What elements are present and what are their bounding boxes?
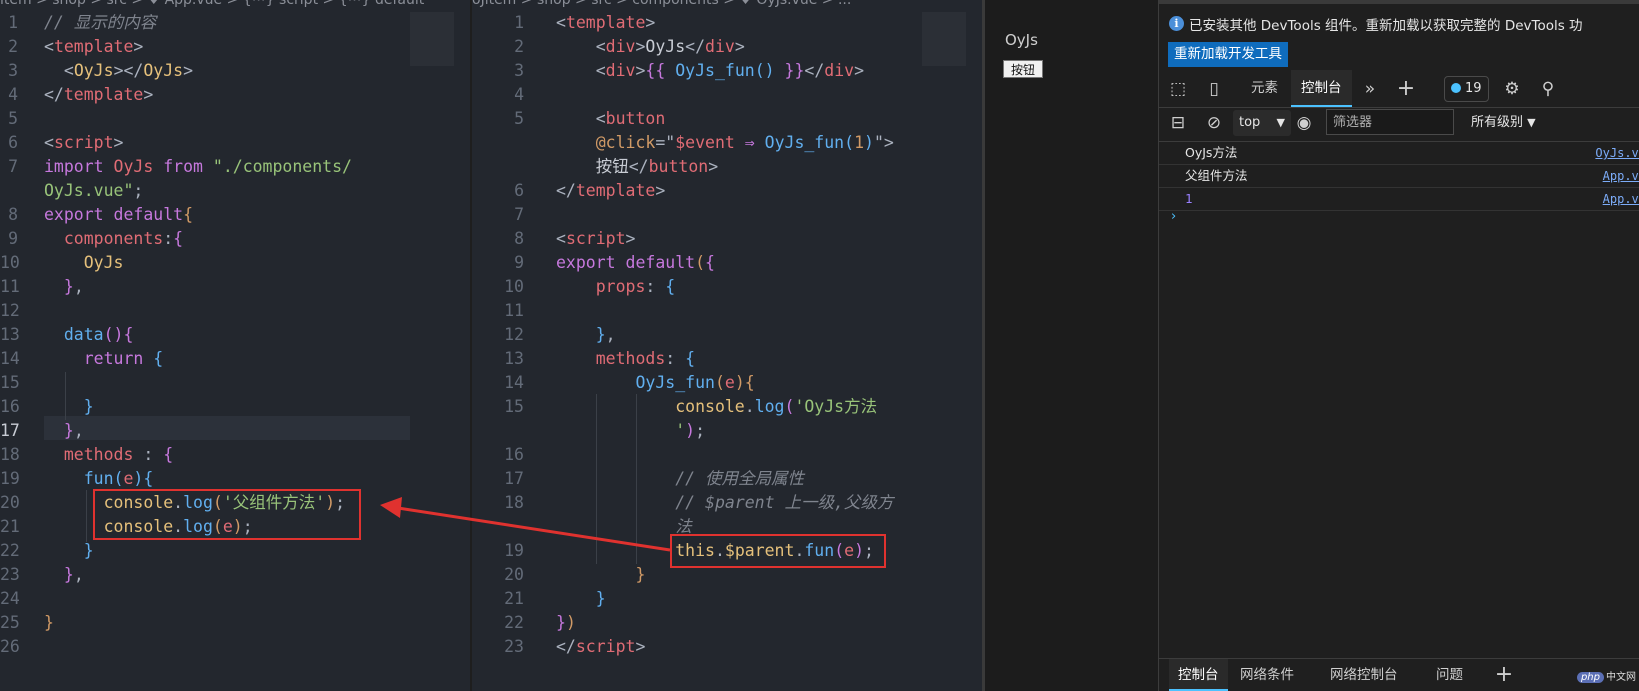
chevron-down-icon: ▼	[1527, 116, 1536, 129]
live-expression-eye-icon[interactable]: ◉	[1293, 112, 1315, 134]
devtools-tabbar: ⬚ ▯ 元素 控制台 » + 19 ⚙ ⚲	[1159, 70, 1639, 108]
console-message-row: 父组件方法 App.vu	[1159, 165, 1639, 188]
chevron-down-icon: ▼	[1276, 116, 1285, 129]
reload-devtools-button[interactable]: 重新加载开发工具	[1168, 42, 1288, 67]
add-drawer-tab-icon[interactable]: +	[1493, 664, 1515, 686]
console-message-row: OyJs方法 OyJs.vu	[1159, 142, 1639, 165]
arrow-shaft	[397, 506, 671, 552]
settings-gear-icon[interactable]: ⚙	[1501, 78, 1523, 100]
console-message-row: 1 App.vu	[1159, 188, 1639, 211]
console-toolbar: ⊟ ⊘ top▼ ◉ 所有级别 ▼	[1159, 107, 1639, 142]
info-icon: i	[1169, 16, 1184, 31]
tab-elements[interactable]: 元素	[1241, 70, 1288, 107]
console-message-text: OyJs方法	[1185, 145, 1238, 160]
console-message-text: 1	[1185, 191, 1193, 206]
tab-console[interactable]: 控制台	[1291, 70, 1352, 107]
devtools-panel: i 已安装其他 DevTools 组件。重新加载以获取完整的 DevTools …	[1158, 0, 1639, 691]
message-icon	[1451, 83, 1461, 93]
info-bar: i 已安装其他 DevTools 组件。重新加载以获取完整的 DevTools …	[1159, 0, 1639, 74]
console-source-link[interactable]: OyJs.vu	[1595, 142, 1639, 164]
message-count-badge[interactable]: 19	[1444, 76, 1489, 102]
page-button[interactable]: 按钮	[1003, 60, 1043, 78]
info-message: 已安装其他 DevTools 组件。重新加载以获取完整的 DevTools 功	[1189, 18, 1583, 34]
customize-icon[interactable]: ⚲	[1537, 78, 1559, 100]
log-levels-dropdown[interactable]: 所有级别 ▼	[1471, 107, 1536, 139]
sidebar-toggle-icon[interactable]: ⊟	[1167, 112, 1189, 134]
drawer-tab-issues[interactable]: 问题	[1427, 659, 1472, 691]
context-select[interactable]: top ▼	[1233, 110, 1291, 136]
drawer-tab-network-console[interactable]: 网络控制台	[1321, 659, 1407, 691]
add-tab-icon[interactable]: +	[1395, 78, 1417, 100]
console-prompt-icon[interactable]: ›	[1171, 209, 1176, 224]
console-message-text: 父组件方法	[1185, 168, 1248, 183]
inspect-element-icon[interactable]: ⬚	[1167, 78, 1189, 100]
drawer-tab-console[interactable]: 控制台	[1169, 659, 1228, 691]
device-toolbar-icon[interactable]: ▯	[1203, 78, 1225, 100]
drawer-tab-network-conditions[interactable]: 网络条件	[1231, 659, 1303, 691]
filter-input[interactable]	[1326, 109, 1454, 135]
watermark: php 中文网	[1576, 668, 1636, 683]
drawer-tabbar: 控制台 网络条件 网络控制台 问题 + php 中文网	[1159, 658, 1639, 691]
console-source-link[interactable]: App.vu	[1603, 165, 1639, 187]
browser-viewport: OyJs 按钮	[982, 0, 1161, 691]
clear-console-icon[interactable]: ⊘	[1203, 112, 1225, 134]
oyjs-text: OyJs	[1005, 31, 1038, 49]
more-tabs-icon[interactable]: »	[1359, 78, 1381, 100]
arrow-head	[380, 497, 402, 518]
console-source-link[interactable]: App.vu	[1603, 188, 1639, 210]
